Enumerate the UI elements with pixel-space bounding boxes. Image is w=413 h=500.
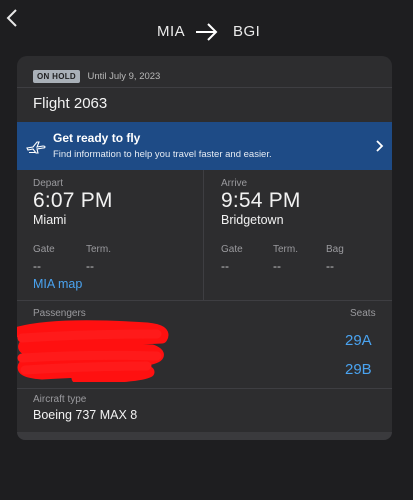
arrive-label: Arrive [221, 178, 248, 189]
mia-map-link[interactable]: MIA map [33, 277, 82, 291]
arrive-term-label: Term. [273, 244, 298, 255]
seat-assignment[interactable]: 29B [345, 361, 372, 378]
flight-number: Flight 2063 [33, 95, 108, 112]
depart-label: Depart [33, 178, 64, 189]
divider [17, 300, 392, 301]
redaction-scribble [17, 320, 169, 382]
route-header: MIA BGI [0, 20, 413, 46]
flight-card: ON HOLD Until July 9, 2023 Flight 2063 G… [17, 56, 392, 440]
status-badge: ON HOLD [33, 70, 80, 84]
card-bottom-edge [17, 432, 392, 440]
depart-time: 6:07 PM [33, 189, 113, 212]
arrive-time: 9:54 PM [221, 189, 301, 212]
chevron-right-icon [376, 140, 384, 152]
banner-subtitle: Find information to help you travel fast… [53, 149, 272, 160]
column-divider [203, 170, 204, 300]
passengers-label: Passengers [33, 308, 86, 319]
aircraft-type-value: Boeing 737 MAX 8 [33, 408, 138, 422]
hold-until-text: Until July 9, 2023 [87, 71, 161, 83]
hold-status: ON HOLD Until July 9, 2023 [33, 68, 161, 84]
origin-code: MIA [157, 23, 186, 40]
divider [17, 87, 392, 88]
divider [17, 388, 392, 389]
arrive-gate-value: -- [221, 259, 229, 273]
arrive-term-value: -- [273, 259, 281, 273]
arrow-right-icon [196, 23, 218, 41]
depart-gate-value: -- [33, 259, 41, 273]
seat-assignment[interactable]: 29A [345, 332, 372, 349]
arrive-gate-label: Gate [221, 244, 243, 255]
aircraft-type-label: Aircraft type [33, 394, 87, 405]
arrive-bag-value: -- [326, 259, 334, 273]
depart-term-value: -- [86, 259, 94, 273]
top-bar: MIA BGI [0, 0, 413, 60]
depart-city: Miami [33, 213, 67, 227]
destination-code: BGI [233, 23, 261, 40]
banner-title: Get ready to fly [53, 131, 141, 145]
depart-term-label: Term. [86, 244, 111, 255]
get-ready-banner[interactable]: Get ready to fly Find information to hel… [17, 122, 392, 170]
arrive-bag-label: Bag [326, 244, 344, 255]
arrive-city: Bridgetown [221, 213, 284, 227]
seats-label: Seats [350, 308, 376, 319]
airplane-icon [26, 141, 46, 154]
depart-gate-label: Gate [33, 244, 55, 255]
